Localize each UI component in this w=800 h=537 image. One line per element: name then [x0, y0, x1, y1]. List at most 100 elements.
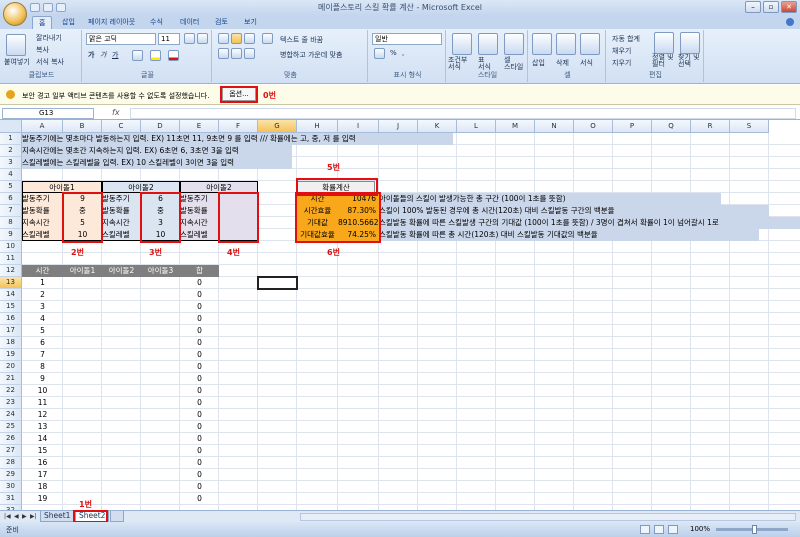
- time-value[interactable]: 6: [22, 337, 63, 349]
- align-middle-icon[interactable]: [231, 33, 242, 44]
- row-header-16[interactable]: 16: [0, 313, 22, 325]
- time-value[interactable]: 15: [22, 445, 63, 457]
- sum-value[interactable]: 0: [180, 397, 219, 409]
- idol-param-label[interactable]: 발동확률: [102, 205, 141, 217]
- formula-input[interactable]: [130, 108, 796, 119]
- tab-page-layout[interactable]: 페이지 레이아웃: [88, 17, 135, 27]
- tab-home[interactable]: 홈: [32, 16, 53, 30]
- instruction-note[interactable]: 지속시간에는 몇초간 지속하는지 입력. EX) 6초면 6, 3초면 3을 입…: [22, 145, 292, 157]
- idol-param-value[interactable]: [219, 193, 258, 205]
- idol-param-label[interactable]: 발동확률: [180, 205, 219, 217]
- sum-value[interactable]: 0: [180, 445, 219, 457]
- row-header-12[interactable]: 12: [0, 265, 22, 277]
- column-header-o[interactable]: O: [574, 120, 613, 133]
- row-header-21[interactable]: 21: [0, 373, 22, 385]
- first-sheet-icon[interactable]: |◀: [4, 513, 11, 520]
- column-header-a[interactable]: A: [22, 120, 63, 133]
- sum-value[interactable]: 0: [180, 469, 219, 481]
- tab-view[interactable]: 보기: [244, 17, 257, 27]
- column-header-s[interactable]: S: [730, 120, 769, 133]
- result-label[interactable]: 기대값: [297, 217, 338, 229]
- row-header-19[interactable]: 19: [0, 349, 22, 361]
- fill-button[interactable]: 채우기: [612, 46, 631, 56]
- merge-center-button[interactable]: 병합하고 가운데 맞춤: [280, 50, 342, 60]
- orientation-icon[interactable]: [262, 33, 273, 44]
- row-header-10[interactable]: 10: [0, 241, 22, 253]
- tab-data[interactable]: 데이터: [180, 17, 199, 27]
- column-header-e[interactable]: E: [180, 120, 219, 133]
- format-painter-button[interactable]: 서식 복사: [36, 57, 64, 67]
- align-center-icon[interactable]: [231, 48, 242, 59]
- column-header-f[interactable]: F: [219, 120, 258, 133]
- delete-button[interactable]: 삭제: [556, 58, 569, 68]
- insert-button[interactable]: 삽입: [532, 58, 545, 68]
- sum-value[interactable]: 0: [180, 409, 219, 421]
- time-value[interactable]: 12: [22, 409, 63, 421]
- percent-button[interactable]: %: [390, 49, 397, 57]
- time-value[interactable]: 18: [22, 481, 63, 493]
- column-header-p[interactable]: P: [613, 120, 652, 133]
- row-header-14[interactable]: 14: [0, 289, 22, 301]
- clear-button[interactable]: 지우기: [612, 58, 631, 68]
- result-value[interactable]: 8910.5662: [338, 217, 379, 229]
- row-header-15[interactable]: 15: [0, 301, 22, 313]
- column-header-k[interactable]: K: [418, 120, 457, 133]
- wrap-text-button[interactable]: 텍스트 줄 바꿈: [280, 35, 323, 45]
- prev-sheet-icon[interactable]: ◀: [14, 513, 19, 520]
- normal-view-icon[interactable]: [640, 525, 650, 534]
- row-header-28[interactable]: 28: [0, 457, 22, 469]
- worksheet-grid[interactable]: ABCDEFGHIJKLMNOPQRS 1 2 3 4 5 6 7 8 9 10 11 12 13 14 1…: [0, 120, 800, 510]
- insert-cells-icon[interactable]: [532, 33, 552, 55]
- sort-filter-icon[interactable]: [654, 32, 674, 54]
- next-sheet-icon[interactable]: ▶: [22, 513, 27, 520]
- idol-header[interactable]: 아이돌2: [180, 181, 258, 193]
- row-header-17[interactable]: 17: [0, 325, 22, 337]
- conditional-format-button[interactable]: 조건부 서식: [448, 57, 467, 71]
- font-color-icon[interactable]: [168, 50, 179, 61]
- idol-param-label[interactable]: 발동확률: [22, 205, 63, 217]
- idol-param-label[interactable]: 지속시간: [102, 217, 141, 229]
- idol-param-value[interactable]: 10: [141, 229, 180, 241]
- tab-insert[interactable]: 삽입: [62, 17, 75, 27]
- row-header-18[interactable]: 18: [0, 337, 22, 349]
- align-top-icon[interactable]: [218, 33, 229, 44]
- page-layout-view-icon[interactable]: [654, 525, 664, 534]
- cell-styles-button[interactable]: 셀 스타일: [504, 57, 523, 71]
- idol-param-label[interactable]: 발동주기: [102, 193, 141, 205]
- row-header-24[interactable]: 24: [0, 409, 22, 421]
- sum-value[interactable]: 0: [180, 457, 219, 469]
- conditional-format-icon[interactable]: [452, 33, 472, 55]
- row-header-27[interactable]: 27: [0, 445, 22, 457]
- column-header-q[interactable]: Q: [652, 120, 691, 133]
- table-header[interactable]: 아이돌3: [141, 265, 180, 277]
- sum-value[interactable]: 0: [180, 421, 219, 433]
- time-value[interactable]: 17: [22, 469, 63, 481]
- row-header-11[interactable]: 11: [0, 253, 22, 265]
- horizontal-scrollbar[interactable]: [300, 513, 796, 521]
- sheet-tab-sheet1[interactable]: Sheet1: [40, 511, 75, 522]
- column-header-c[interactable]: C: [102, 120, 141, 133]
- sum-value[interactable]: 0: [180, 373, 219, 385]
- cut-button[interactable]: 잘라내기: [36, 33, 62, 43]
- new-sheet-icon[interactable]: [110, 511, 124, 522]
- idol-param-value[interactable]: 9: [63, 193, 102, 205]
- row-header-25[interactable]: 25: [0, 421, 22, 433]
- result-label[interactable]: 시간효율: [297, 205, 338, 217]
- select-all-corner[interactable]: [0, 120, 22, 133]
- sum-value[interactable]: 0: [180, 313, 219, 325]
- bold-button[interactable]: 가: [88, 50, 94, 60]
- last-sheet-icon[interactable]: ▶|: [30, 513, 37, 520]
- row-header-2[interactable]: 2: [0, 145, 22, 157]
- instruction-note[interactable]: 스킬레벨에는 스킬레벨을 입력. EX) 10 스킬레벨이 3이면 3을 입력: [22, 157, 292, 169]
- find-select-button[interactable]: 찾기 및 선택: [678, 54, 700, 68]
- paste-button[interactable]: 붙여넣기: [4, 57, 30, 67]
- idol-param-value[interactable]: 3: [141, 217, 180, 229]
- align-left-icon[interactable]: [218, 48, 229, 59]
- number-format-select[interactable]: 일반: [372, 33, 442, 45]
- idol-param-label[interactable]: 스킬레벨: [180, 229, 219, 241]
- row-header-1[interactable]: 1: [0, 133, 22, 145]
- time-value[interactable]: 11: [22, 397, 63, 409]
- idol-param-label[interactable]: 발동주기: [180, 193, 219, 205]
- idol-param-value[interactable]: [219, 205, 258, 217]
- idol-param-label[interactable]: 지속시간: [180, 217, 219, 229]
